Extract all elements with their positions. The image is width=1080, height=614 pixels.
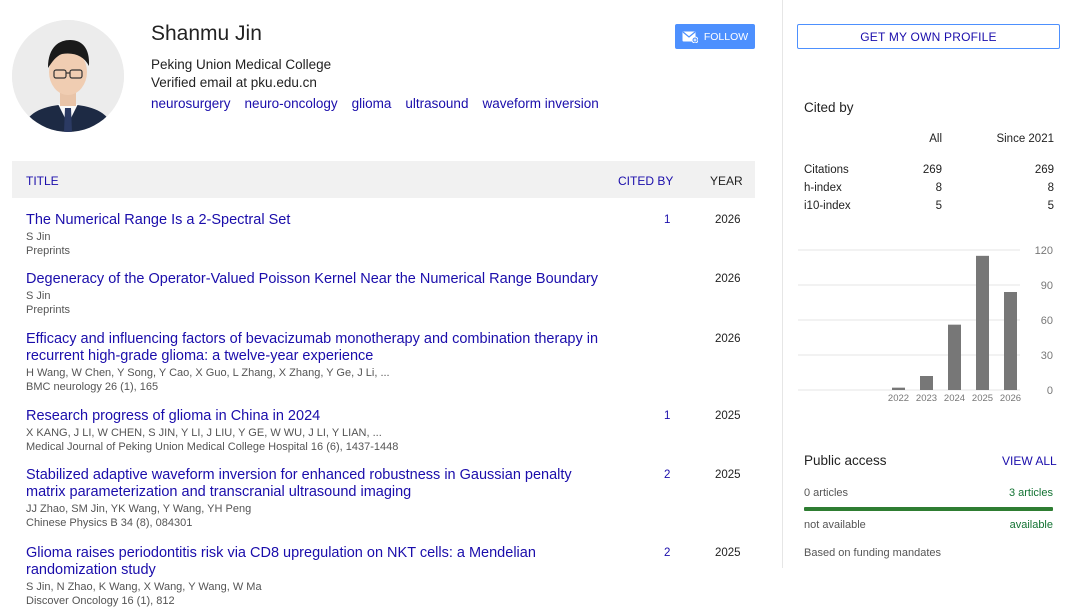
y-tick-label: 120 [1035,245,1053,257]
stat-since: 5 [1047,200,1054,212]
sort-by-title[interactable]: TITLE [26,174,59,188]
x-tick-label: 2024 [944,393,965,404]
publication-venue: BMC neurology 26 (1), 165 [26,381,159,393]
stat-all: 8 [935,182,942,194]
stats-header-row: All Since 2021 [804,133,1054,164]
profile-affiliation: Peking Union Medical College [151,57,332,72]
publication-venue: Preprints [26,304,71,316]
stats-row: i10-index 5 5 [804,200,1054,218]
publication-venue: Discover Oncology 16 (1), 812 [26,595,175,607]
publication-title[interactable]: Efficacy and influencing factors of beva… [26,331,606,365]
follow-label: FOLLOW [703,30,749,43]
chart-bar-2022[interactable] [892,387,905,390]
col-since: Since 2021 [996,133,1054,145]
publication-year: 2026 [715,273,741,285]
interest-link[interactable]: ultrasound [405,96,468,111]
interest-link[interactable]: glioma [352,96,392,111]
public-access-bar [804,507,1053,511]
chart-bar-2025[interactable] [976,255,989,390]
publication-title[interactable]: Stabilized adaptive waveform inversion f… [26,467,606,501]
publication-venue: Chinese Physics B 34 (8), 084301 [26,517,193,529]
view-all-link[interactable]: VIEW ALL [1002,454,1057,468]
publication-title[interactable]: Glioma raises periodontitis risk via CD8… [26,545,606,579]
stat-all: 269 [922,164,942,176]
publication-row: Efficacy and influencing factors of beva… [26,331,755,394]
publication-year: 2025 [715,469,741,481]
avatar-image [12,20,124,132]
stat-all: 5 [935,200,942,212]
available-label: available [1009,519,1053,531]
sort-by-year[interactable]: YEAR [710,174,743,188]
chart-bar-2026[interactable] [1004,292,1017,390]
y-tick-label: 0 [1047,385,1053,397]
interest-link[interactable]: neurosurgery [151,96,231,111]
publication-authors: X KANG, J LI, W CHEN, S JIN, Y LI, J LIU… [26,427,382,439]
interest-tags: neurosurgery neuro-oncology glioma ultra… [151,96,613,111]
stats-row: Citations 269 269 [804,164,1054,182]
x-tick-label: 2023 [916,393,937,404]
publication-title[interactable]: Research progress of glioma in China in … [26,408,606,425]
publication-row: Research progress of glioma in China in … [26,408,755,454]
publication-row: Stabilized adaptive waveform inversion f… [26,467,755,530]
sort-by-cited[interactable]: CITED BY [618,174,673,188]
interest-link[interactable]: waveform inversion [482,96,598,111]
available-count[interactable]: 3 articles [1009,487,1053,499]
publication-authors: S Jin, N Zhao, K Wang, X Wang, Y Wang, W… [26,581,262,593]
publication-year: 2026 [715,333,741,345]
publication-authors: S Jin [26,290,51,302]
stat-label[interactable]: Citations [804,164,849,176]
column-divider [782,0,783,568]
profile-photo [12,20,124,132]
chart-bar-2023[interactable] [920,376,933,390]
publication-year: 2025 [715,547,741,559]
stat-label[interactable]: h-index [804,182,842,194]
get-my-own-profile-button[interactable]: GET MY OWN PROFILE [797,24,1060,49]
citations-per-year-chart: 0 30 60 90 120 2022 2023 2024 2025 2026 [798,245,1053,404]
stat-since: 269 [1034,164,1054,176]
follow-button[interactable]: FOLLOW [675,24,755,49]
publication-venue: Preprints [26,245,71,257]
cited-by-heading: Cited by [804,100,854,115]
cited-by-count[interactable]: 1 [664,410,670,422]
interest-link[interactable]: neuro-oncology [245,96,338,111]
not-available-label: not available [804,519,866,531]
profile-name: Shanmu Jin [151,22,262,45]
publication-title[interactable]: The Numerical Range Is a 2-Spectral Set [26,212,606,229]
public-access-heading: Public access [804,453,887,468]
funding-mandates-note: Based on funding mandates [804,547,941,559]
publication-authors: S Jin [26,231,51,243]
stat-label[interactable]: i10-index [804,200,851,212]
publication-venue: Medical Journal of Peking Union Medical … [26,441,399,453]
publication-row: Glioma raises periodontitis risk via CD8… [26,545,755,608]
x-tick-label: 2026 [1000,393,1021,404]
y-tick-label: 60 [1041,315,1053,327]
stat-since: 8 [1047,182,1054,194]
x-tick-label: 2025 [972,393,993,404]
chart-bar-2024[interactable] [948,324,961,390]
not-available-count[interactable]: 0 articles [804,487,848,499]
publication-row: The Numerical Range Is a 2-Spectral Set … [26,212,755,258]
x-tick-label: 2022 [888,393,909,404]
publication-year: 2025 [715,410,741,422]
y-tick-label: 90 [1041,280,1053,292]
publication-authors: JJ Zhao, SM Jin, YK Wang, Y Wang, YH Pen… [26,503,252,515]
publication-row: Degeneracy of the Operator-Valued Poisso… [26,271,755,317]
cited-by-count[interactable]: 2 [664,469,670,481]
publication-year: 2026 [715,214,741,226]
publications-table-header: TITLE CITED BY YEAR [12,161,755,198]
cited-by-count[interactable]: 2 [664,547,670,559]
cited-by-count[interactable]: 1 [664,214,670,226]
envelope-plus-icon [682,31,699,43]
stats-row: h-index 8 8 [804,182,1054,200]
profile-email: Verified email at pku.edu.cn [151,75,317,90]
citation-stats-table: All Since 2021 Citations 269 269 h-index… [804,133,1054,218]
publication-authors: H Wang, W Chen, Y Song, Y Cao, X Guo, L … [26,367,390,379]
publication-title[interactable]: Degeneracy of the Operator-Valued Poisso… [26,271,606,288]
y-tick-label: 30 [1041,350,1053,362]
col-all: All [929,133,942,145]
